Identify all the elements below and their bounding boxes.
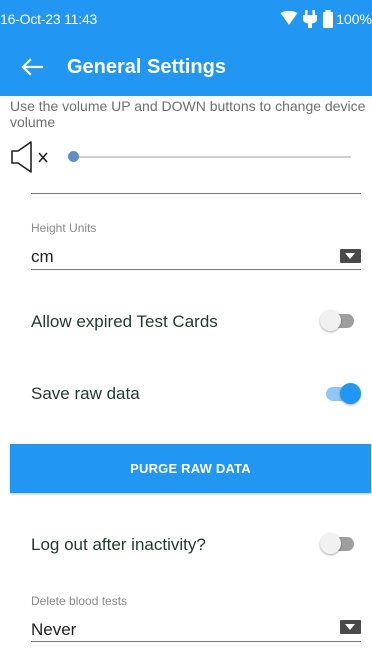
height-units-underline <box>31 269 361 270</box>
save-raw-label: Save raw data <box>31 384 140 403</box>
status-time: 16-Oct-23 11:43 <box>0 11 98 27</box>
allow-expired-toggle[interactable] <box>320 308 360 334</box>
allow-expired-label: Allow expired Test Cards <box>31 312 218 331</box>
volume-hint: Use the volume UP and DOWN buttons to ch… <box>10 98 366 130</box>
status-bar: 16-Oct-23 11:43 100% <box>0 0 372 38</box>
dropdown-arrow-icon[interactable] <box>340 620 361 634</box>
charging-icon <box>303 10 318 28</box>
logout-label: Log out after inactivity? <box>31 535 206 554</box>
app-bar: General Settings <box>0 38 372 96</box>
dropdown-arrow-icon[interactable] <box>340 249 361 263</box>
arrow-back-icon[interactable] <box>20 53 48 81</box>
delete-blood-value[interactable]: Never <box>31 620 76 640</box>
delete-blood-underline <box>31 641 361 642</box>
toggle-thumb <box>320 533 341 554</box>
volume-slider-thumb[interactable] <box>68 151 79 162</box>
height-units-label: Height Units <box>31 221 97 235</box>
wifi-icon <box>280 11 298 25</box>
logout-toggle[interactable] <box>320 531 360 557</box>
delete-blood-label: Delete blood tests <box>31 594 128 608</box>
speaker-muted-icon[interactable] <box>10 141 54 173</box>
toggle-thumb <box>320 310 341 331</box>
toggle-thumb <box>340 383 361 404</box>
battery-icon <box>323 10 334 28</box>
page-title: General Settings <box>67 56 226 78</box>
volume-slider-track[interactable] <box>72 156 351 158</box>
status-icons: 100% <box>280 0 372 38</box>
height-units-value[interactable]: cm <box>31 247 54 267</box>
purge-raw-data-button[interactable]: PURGE RAW DATA <box>10 444 371 493</box>
save-raw-toggle[interactable] <box>322 381 362 407</box>
battery-percent: 100% <box>336 11 372 27</box>
divider <box>31 193 361 194</box>
